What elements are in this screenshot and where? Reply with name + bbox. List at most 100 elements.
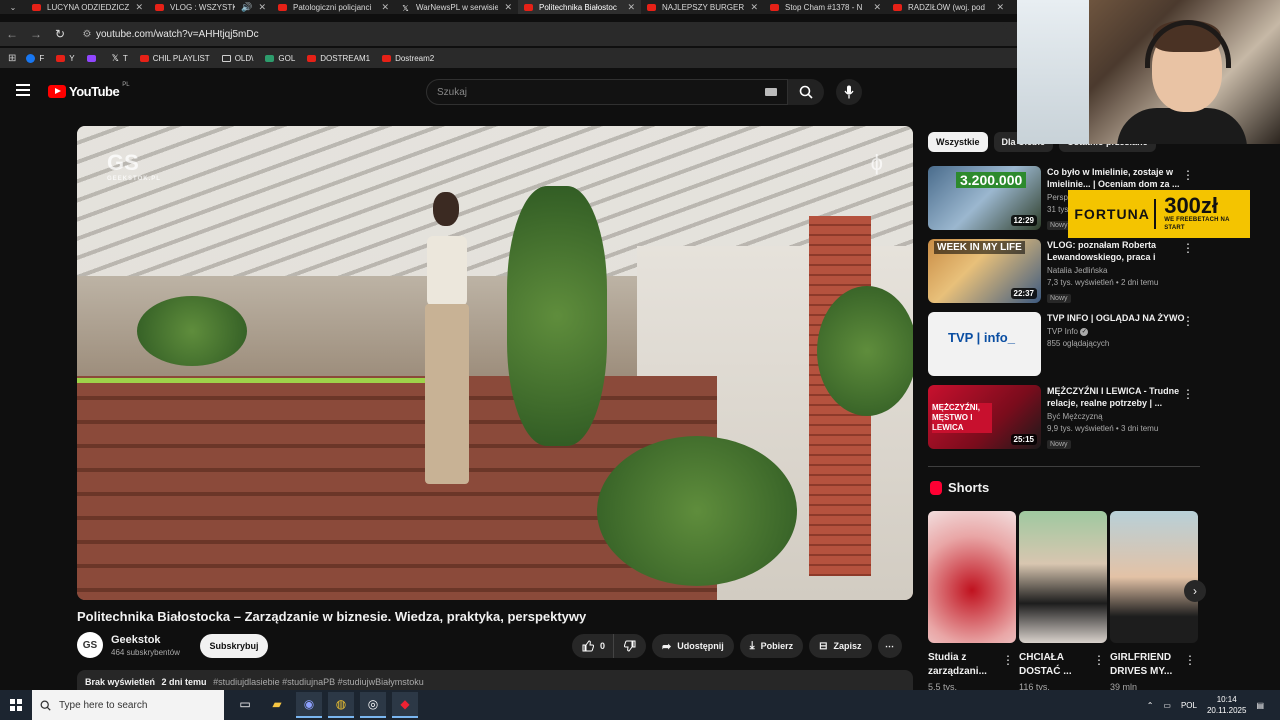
channel-name[interactable]: Być Mężczyzną (1047, 412, 1187, 421)
forward-button[interactable]: → (24, 27, 48, 41)
bookmark-item[interactable]: CHIL PLAYLIST (139, 53, 210, 64)
browser-tab[interactable]: Patologiczni policjanci ✕ (272, 0, 395, 14)
video-title[interactable]: TVP INFO | OGLĄDAJ NA ŻYWO (1047, 312, 1187, 324)
video-title[interactable]: VLOG: poznałam Roberta Lewandowskiego, p… (1047, 239, 1187, 263)
shorts-next-button[interactable]: › (1184, 580, 1206, 602)
bookmark-item[interactable]: F (26, 53, 44, 64)
apps-icon[interactable]: ⊞ (8, 53, 16, 64)
video-title[interactable]: Co było w Imielinie, zostaje w Imielinie… (1047, 166, 1187, 190)
close-tab-icon[interactable]: ✕ (381, 2, 389, 13)
file-explorer-icon[interactable]: ▰ (264, 692, 290, 718)
short-thumbnail[interactable] (1110, 511, 1198, 643)
tray-chevron-icon[interactable]: ⌃ (1147, 701, 1154, 710)
search-input[interactable]: Szukaj (426, 79, 788, 105)
reload-button[interactable]: ↻ (48, 27, 72, 41)
close-tab-icon[interactable]: ✕ (258, 2, 266, 13)
clock[interactable]: 10:14 20.11.2025 (1207, 694, 1246, 716)
more-options-icon[interactable]: ⋮ (1182, 241, 1194, 255)
close-tab-icon[interactable]: ✕ (996, 2, 1004, 13)
browser-tab[interactable]: Politechnika Białostoc ✕ (518, 0, 641, 14)
more-options-icon[interactable]: ⋮ (1093, 653, 1105, 667)
back-button[interactable]: ← (0, 27, 24, 41)
hashtags[interactable]: #studiujdlasiebie #studiujnaPB #studiujw… (213, 677, 424, 687)
more-options-icon[interactable]: ⋮ (1184, 653, 1196, 667)
taskbar-search[interactable]: Type here to search (32, 690, 224, 720)
tab-search-button[interactable]: ⌄ (0, 0, 26, 14)
short-item[interactable]: Studia z zarządzani... 5,5 tys. ⋮ (928, 511, 1016, 692)
language-indicator[interactable]: POL (1181, 701, 1197, 710)
discord-icon[interactable]: ◉ (296, 692, 322, 718)
browser-tab[interactable]: VLOG : WSZYSTKO 🔊 ✕ (149, 0, 272, 14)
channel-name[interactable]: Geekstok (111, 634, 180, 646)
bookmark-item[interactable]: 𝕏T (112, 53, 128, 64)
bookmark-item[interactable]: OLD\ (221, 53, 253, 64)
more-options-icon[interactable]: ⋮ (1182, 168, 1194, 182)
more-options-icon[interactable]: ⋮ (1182, 314, 1194, 328)
bookmark-item[interactable]: DOSTREAM1 (307, 53, 370, 64)
start-button[interactable] (0, 699, 32, 711)
close-tab-icon[interactable]: ✕ (504, 2, 512, 13)
close-tab-icon[interactable]: ✕ (750, 2, 758, 13)
video-player[interactable]: GS GEEKSTOK.PL ϕ (77, 126, 913, 600)
tab-title: NAJLEPSZY BURGER (662, 2, 745, 12)
bookmark-item[interactable]: GOL (265, 53, 295, 64)
save-button[interactable]: ⊟ Zapisz (809, 634, 872, 658)
video-thumbnail[interactable]: TVP | info_ (928, 312, 1041, 376)
video-title[interactable]: MĘŻCZYŹNI I LEWICA - Trudne relacje, rea… (1047, 385, 1187, 409)
chrome-icon[interactable]: ◍ (328, 692, 354, 718)
browser-tab[interactable]: Stop Cham #1378 - N ✕ (764, 0, 887, 14)
search-button[interactable] (788, 79, 824, 105)
like-button[interactable]: 0 (572, 634, 614, 658)
url-field[interactable]: ⚙ youtube.com/watch?v=AHHtjqj5mDc (78, 24, 1008, 44)
facebook-icon (26, 53, 36, 63)
close-tab-icon[interactable]: ✕ (873, 2, 881, 13)
share-button[interactable]: ➦ Udostępnij (652, 634, 734, 658)
short-title[interactable]: Studia z zarządzani... (928, 651, 1000, 679)
video-thumbnail[interactable]: WEEK IN MY LIFE 22:37 (928, 239, 1041, 303)
recommended-video[interactable]: TVP | info_ TVP INFO | OGLĄDAJ NA ŻYWO TVP… (928, 312, 1200, 385)
voice-search-button[interactable] (836, 79, 862, 105)
short-item[interactable]: CHCIAŁA DOSTAĆ ... 116 tys. ⋮ (1019, 511, 1107, 692)
short-item[interactable]: GIRLFRIEND DRIVES MY... 39 mln ⋮ (1110, 511, 1198, 692)
youtube-logo[interactable]: YouTube PL (48, 82, 130, 99)
red-app-icon[interactable]: ◆ (392, 692, 418, 718)
channel-info: GS Geekstok 464 subskrybentów (77, 632, 180, 658)
short-title[interactable]: CHCIAŁA DOSTAĆ ... (1019, 651, 1091, 679)
bookmark-item[interactable]: Dostream2 (382, 53, 434, 64)
channel-name[interactable]: TVP Info ✓ (1047, 327, 1187, 336)
video-thumbnail[interactable]: MĘŻCZYŹNI, MĘSTWO I LEWICA 25:15 (928, 385, 1041, 449)
more-actions-button[interactable]: ⋯ (877, 634, 902, 658)
channel-name[interactable]: Natalia Jedlińska (1047, 266, 1187, 275)
browser-tab[interactable]: RADZIŁÓW (woj. pod ✕ (887, 0, 1010, 14)
bookmark-item[interactable] (86, 53, 100, 64)
bookmark-item[interactable]: Y (56, 53, 75, 64)
recommended-video[interactable]: MĘŻCZYŹNI, MĘSTWO I LEWICA 25:15 MĘŻCZYŹNI… (928, 385, 1200, 458)
view-count: Brak wyświetleń (85, 677, 156, 687)
network-icon[interactable]: ▭ (1163, 701, 1171, 710)
audio-icon[interactable]: 🔊 (241, 2, 252, 13)
site-info-icon[interactable]: ⚙ (78, 29, 96, 40)
menu-icon[interactable] (16, 84, 30, 96)
channel-avatar[interactable]: GS (77, 632, 103, 658)
browser-tab[interactable]: 𝕏 WarNewsPL w serwisie ✕ (395, 0, 518, 14)
close-tab-icon[interactable]: ✕ (627, 2, 635, 13)
subscribe-button[interactable]: Subskrybuj (200, 634, 268, 658)
browser-tab[interactable]: NAJLEPSZY BURGER ✕ (641, 0, 764, 14)
task-view-icon[interactable]: ▭ (232, 692, 258, 718)
more-options-icon[interactable]: ⋮ (1182, 387, 1194, 401)
dislike-button[interactable] (613, 634, 647, 658)
filter-chip[interactable]: Wszystkie (928, 132, 988, 152)
download-button[interactable]: ⤓ Pobierz (739, 634, 804, 658)
video-thumbnail[interactable]: 3.200.000 12:29 (928, 166, 1041, 230)
short-title[interactable]: GIRLFRIEND DRIVES MY... (1110, 651, 1182, 679)
browser-tab[interactable]: LUCYNA ODZIEDZICZ ✕ (26, 0, 149, 14)
obs-icon[interactable]: ◎ (360, 692, 386, 718)
more-options-icon[interactable]: ⋮ (1002, 653, 1014, 667)
close-tab-icon[interactable]: ✕ (135, 2, 143, 13)
address-bar: ← → ↻ ⚙ youtube.com/watch?v=AHHtjqj5mDc (0, 22, 1020, 46)
notifications-icon[interactable]: ▤ (1256, 701, 1264, 710)
recommended-video[interactable]: WEEK IN MY LIFE 22:37 VLOG: poznałam Rober… (928, 239, 1200, 312)
short-thumbnail[interactable] (1019, 511, 1107, 643)
short-thumbnail[interactable] (928, 511, 1016, 643)
keyboard-icon[interactable] (765, 88, 777, 96)
